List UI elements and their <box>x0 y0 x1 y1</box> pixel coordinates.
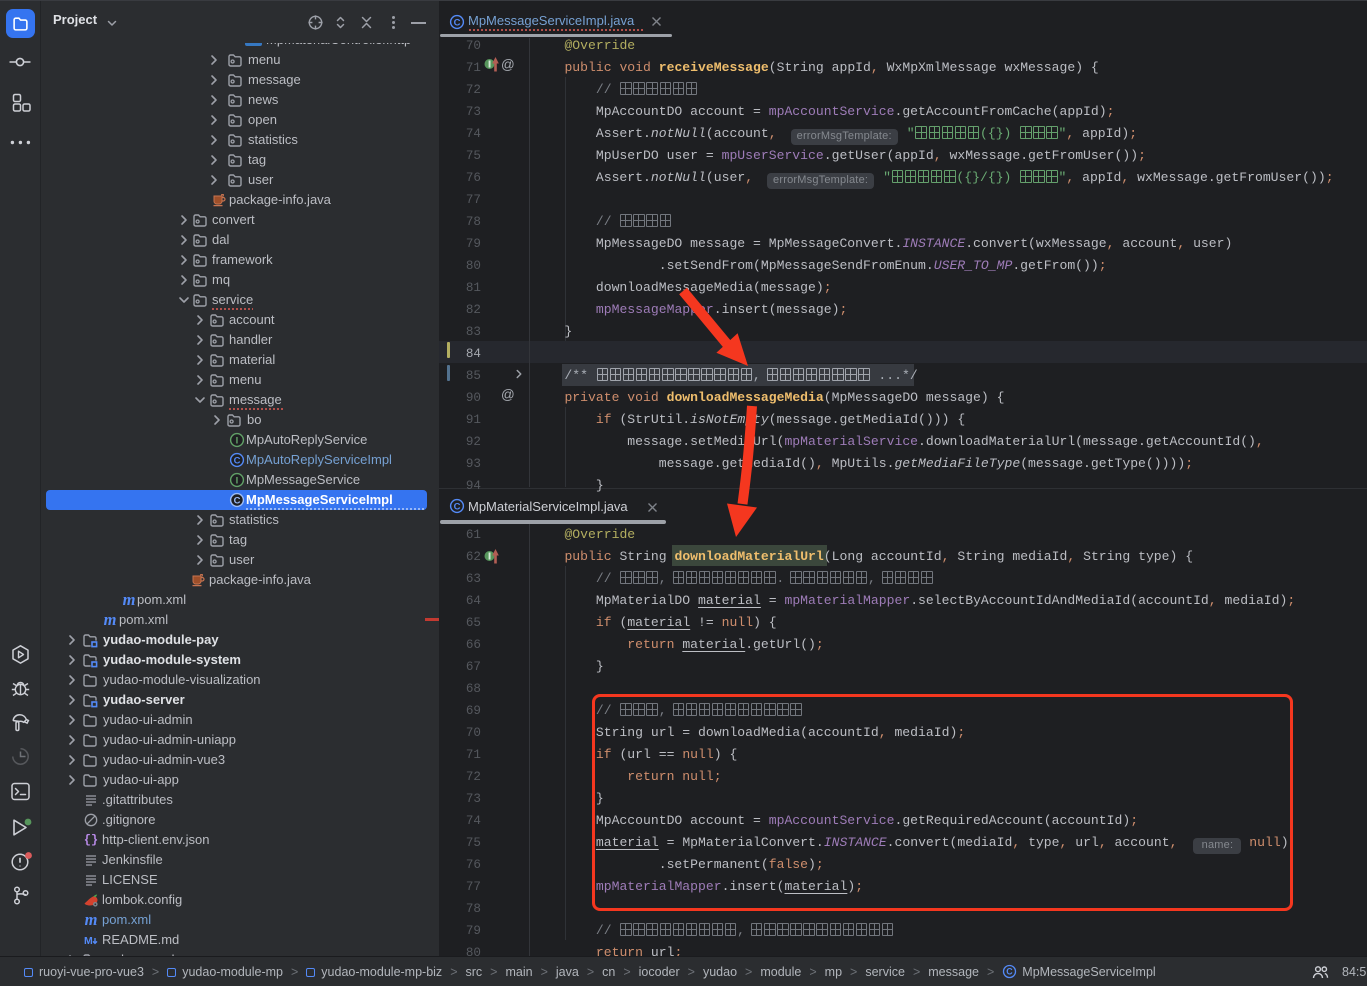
svg-text:M: M <box>84 935 93 947</box>
svg-text:C: C <box>454 501 461 512</box>
svg-text:C: C <box>1007 967 1014 977</box>
svg-text:I: I <box>236 435 239 446</box>
svg-text:C: C <box>234 455 241 466</box>
svg-text:I: I <box>236 475 239 486</box>
svg-text:C: C <box>454 17 461 28</box>
svg-text:C: C <box>234 495 241 506</box>
